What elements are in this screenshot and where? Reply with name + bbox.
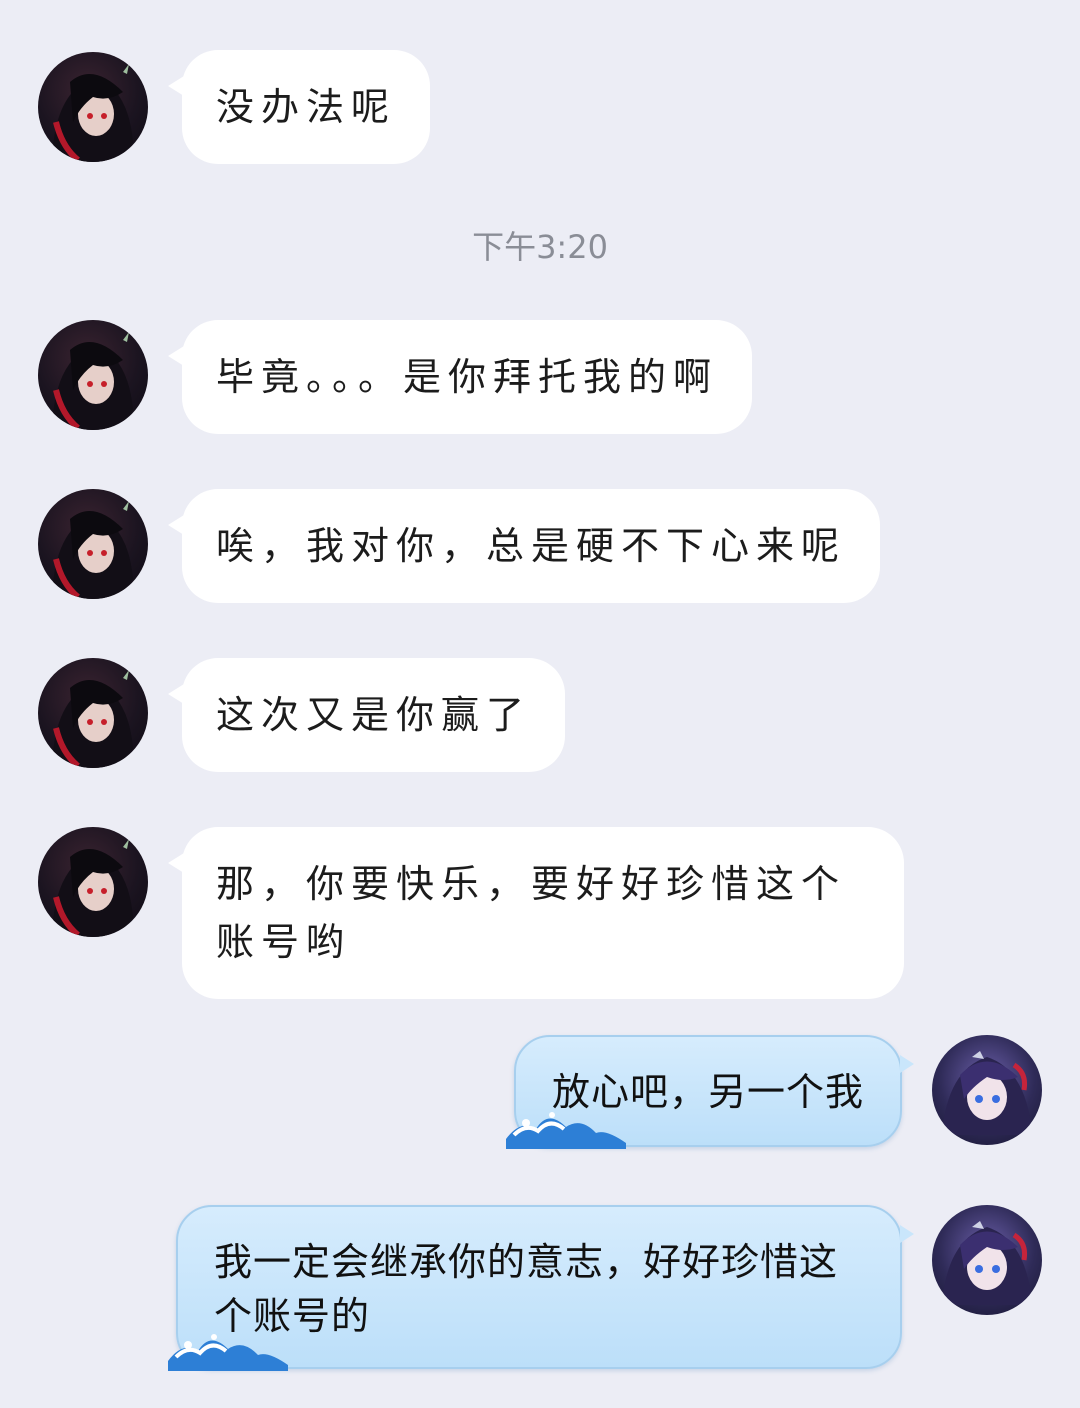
- avatar-dark-icon: [53, 670, 133, 768]
- message-bubble[interactable]: 那，你要快乐，要好好珍惜这个账号哟: [168, 827, 904, 999]
- avatar-dark-icon: [53, 501, 133, 599]
- message-text: 那，你要快乐，要好好珍惜这个账号哟: [216, 862, 847, 964]
- avatar-purple-icon: [942, 1221, 1032, 1305]
- timestamp: 下午3:20: [472, 228, 608, 266]
- avatar-dark-icon: [53, 332, 133, 430]
- contact-avatar[interactable]: [38, 489, 148, 599]
- avatar-purple-icon: [942, 1051, 1032, 1135]
- user-avatar[interactable]: [932, 1205, 1042, 1315]
- message-bubble[interactable]: 没办法呢: [167, 50, 431, 164]
- avatar-dark-icon: [53, 839, 133, 937]
- wave-icon: [505, 1112, 626, 1149]
- message-text: 唉，我对你，总是硬不下心来呢: [216, 524, 847, 568]
- contact-avatar[interactable]: [38, 52, 148, 162]
- message-text: 我一定会继承你的意志，好好珍惜这个账号的: [214, 1240, 839, 1338]
- message-bubble[interactable]: 唉，我对你，总是硬不下心来呢: [167, 489, 881, 603]
- wave-icon: [168, 1334, 288, 1371]
- message-bubble[interactable]: 这次又是你赢了: [167, 658, 566, 772]
- contact-avatar[interactable]: [38, 827, 148, 937]
- message-bubble[interactable]: 毕竟。。。是你拜托我的啊: [167, 320, 753, 434]
- message-text: 这次又是你赢了: [216, 693, 532, 737]
- user-avatar[interactable]: [932, 1035, 1042, 1145]
- avatar-dark-icon: [53, 64, 133, 162]
- message-text: 毕竟。。。是你拜托我的啊: [216, 355, 719, 399]
- message-text: 没办法呢: [216, 85, 397, 129]
- message-bubble[interactable]: 我一定会继承你的意志，好好珍惜这个账号的: [168, 1205, 914, 1371]
- contact-avatar[interactable]: [38, 658, 148, 768]
- message-bubble[interactable]: 放心吧，另一个我: [505, 1035, 915, 1149]
- contact-avatar[interactable]: [38, 320, 148, 430]
